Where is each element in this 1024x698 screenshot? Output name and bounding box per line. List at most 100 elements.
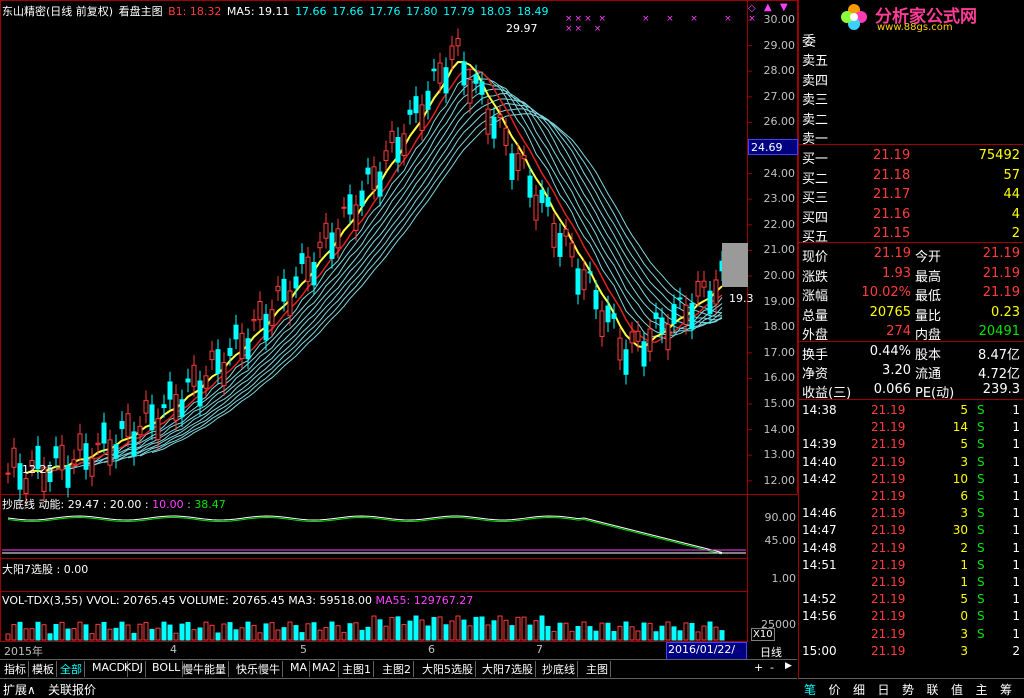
- price-axis-tick: 18.00: [763, 320, 796, 334]
- price-axis-tick: 28.00: [763, 64, 796, 78]
- order-book-row[interactable]: 买四 21.16 4: [799, 205, 1023, 226]
- tab-indicator[interactable]: 抄底线: [540, 661, 578, 677]
- order-book-row[interactable]: 卖四: [799, 68, 1023, 89]
- quote-field: 涨跌: [802, 269, 829, 285]
- tab-indicator[interactable]: 主图1: [340, 661, 374, 677]
- price-axis-tick: 27.00: [763, 89, 796, 103]
- candle: [371, 166, 377, 190]
- tab-indicator[interactable]: 大阳7选股: [480, 661, 536, 677]
- quote-panel-tab[interactable]: 价: [829, 681, 841, 698]
- volume-bar: [251, 624, 257, 641]
- trade-tick-field: 21.19: [871, 454, 906, 469]
- candle: [647, 328, 653, 352]
- candle: [569, 242, 575, 258]
- order-book-row[interactable]: 买二 21.18 57: [799, 166, 1023, 187]
- order-book-row[interactable]: 卖三: [799, 87, 1023, 108]
- period-label[interactable]: 日线: [760, 644, 782, 660]
- volume-bar: [383, 625, 389, 641]
- quote-row: 净资 3.20 流通 4.72亿: [799, 361, 1023, 382]
- trade-tick-field: 14:39: [802, 437, 837, 452]
- trade-tick-field: 10: [952, 471, 968, 486]
- tab-indicator[interactable]: MA2: [310, 661, 340, 677]
- volume-bar: [149, 628, 155, 641]
- tab-indicator[interactable]: KDJ: [122, 661, 146, 677]
- candle: [329, 232, 335, 259]
- order-book-row[interactable]: 买三 21.17 44: [799, 185, 1023, 206]
- order-book-label: 买四: [802, 210, 829, 226]
- tab-indicator[interactable]: 主图2: [380, 661, 414, 677]
- candle: [557, 232, 563, 257]
- date-axis: 2015年 4 5 6 7 2016/01/22/五: [0, 642, 747, 673]
- volume-bar: [389, 617, 395, 641]
- volume-bar: [719, 630, 725, 641]
- tab-indicator[interactable]: 大阳5选股: [420, 661, 476, 677]
- stock-title[interactable]: 东山精密(日线 前复权): [2, 5, 113, 18]
- quote-field: 量比: [915, 308, 942, 324]
- quote-panel-tab[interactable]: 联: [927, 681, 939, 698]
- volume-bar: [287, 621, 293, 641]
- ma-value-7: 18.49: [517, 5, 549, 18]
- indicator2-header[interactable]: 大阳7选股 : 0.00: [2, 561, 88, 577]
- quote-panel-tab[interactable]: 细: [853, 681, 865, 698]
- trade-tick-field: 2: [960, 540, 968, 555]
- trade-tick-field: S: [977, 420, 985, 435]
- expand-button[interactable]: 扩展∧: [3, 681, 36, 698]
- volume-value: VOLUME: 20765.45: [179, 594, 285, 607]
- order-book-label: 卖三: [802, 93, 829, 108]
- volume-bar: [713, 626, 719, 641]
- volume-bar: [683, 622, 689, 641]
- order-book-row[interactable]: 卖二: [799, 107, 1023, 128]
- price-axis-tick: 19.00: [763, 294, 796, 308]
- candle: [113, 444, 119, 459]
- quote-panel-tab[interactable]: 主: [976, 681, 988, 698]
- ma-value-1: 17.66: [295, 5, 327, 18]
- volume-bar: [401, 624, 407, 641]
- chart-mode[interactable]: 看盘主图: [119, 5, 163, 18]
- candle: [467, 79, 473, 104]
- price-axis-tick: 16.00: [763, 371, 796, 385]
- candle: [89, 457, 95, 477]
- order-book-volume: 4: [1011, 206, 1020, 222]
- tab-indicator[interactable]: 全部: [58, 661, 85, 677]
- order-book-row[interactable]: 卖五: [799, 48, 1023, 69]
- volume-bar: [179, 623, 185, 641]
- order-book-row[interactable]: 卖一: [799, 126, 1023, 147]
- chart-canvas[interactable]: [0, 0, 798, 659]
- trade-tick-field: 14:42: [802, 471, 837, 486]
- order-book-row[interactable]: 买一 21.19 75492: [799, 146, 1023, 167]
- related-quote-button[interactable]: 关联报价: [48, 681, 96, 698]
- tab-indicator[interactable]: 快乐慢牛: [234, 661, 283, 677]
- tab-indicator[interactable]: 主图: [584, 661, 611, 677]
- quote-panel-tab[interactable]: 筹: [1000, 681, 1012, 698]
- volume-bar: [479, 616, 485, 641]
- volume-bar: [599, 622, 605, 641]
- volume-bar: [407, 620, 413, 641]
- trade-tick-field: S: [977, 403, 985, 417]
- candle: [155, 418, 161, 441]
- indicator1-name[interactable]: 抄底线: [2, 498, 35, 511]
- tab-indicator[interactable]: 指标: [2, 661, 29, 677]
- trade-tick-field: 1: [1012, 420, 1020, 435]
- quote-panel-tab[interactable]: 日: [878, 681, 890, 698]
- quote-panel-tab[interactable]: 笔: [804, 681, 816, 698]
- candle: [215, 349, 221, 374]
- tab-add-icon[interactable]: +: [754, 661, 763, 674]
- volume-bar: [659, 625, 665, 641]
- quote-field: 内盘: [915, 328, 942, 343]
- order-book-row[interactable]: 买五 21.15 2: [799, 224, 1023, 245]
- volume-indicator-name[interactable]: VOL-TDX(3,55): [2, 594, 83, 607]
- quote-row: 现价 21.19 今开 21.19: [799, 244, 1023, 265]
- candle: [257, 301, 263, 321]
- tab-indicator[interactable]: 慢牛能量: [180, 661, 229, 677]
- high-price-label: 29.97: [506, 22, 538, 35]
- quote-panel-tab[interactable]: 势: [902, 681, 914, 698]
- main-chart[interactable]: 东山精密(日线 前复权) 看盘主图 B1: 18.32 MA5: 19.11 1…: [0, 0, 798, 673]
- tab-indicator[interactable]: MA: [288, 661, 311, 677]
- tab-remove-icon[interactable]: -: [770, 661, 774, 674]
- quote-panel-tab[interactable]: 值: [951, 681, 963, 698]
- trade-tick-field: 1: [1012, 489, 1020, 503]
- tab-scroll-right-icon[interactable]: ▶: [785, 661, 792, 671]
- volume-bar: [113, 627, 119, 641]
- tab-indicator[interactable]: BOLL: [150, 661, 184, 677]
- tab-indicator[interactable]: 模板: [30, 661, 57, 677]
